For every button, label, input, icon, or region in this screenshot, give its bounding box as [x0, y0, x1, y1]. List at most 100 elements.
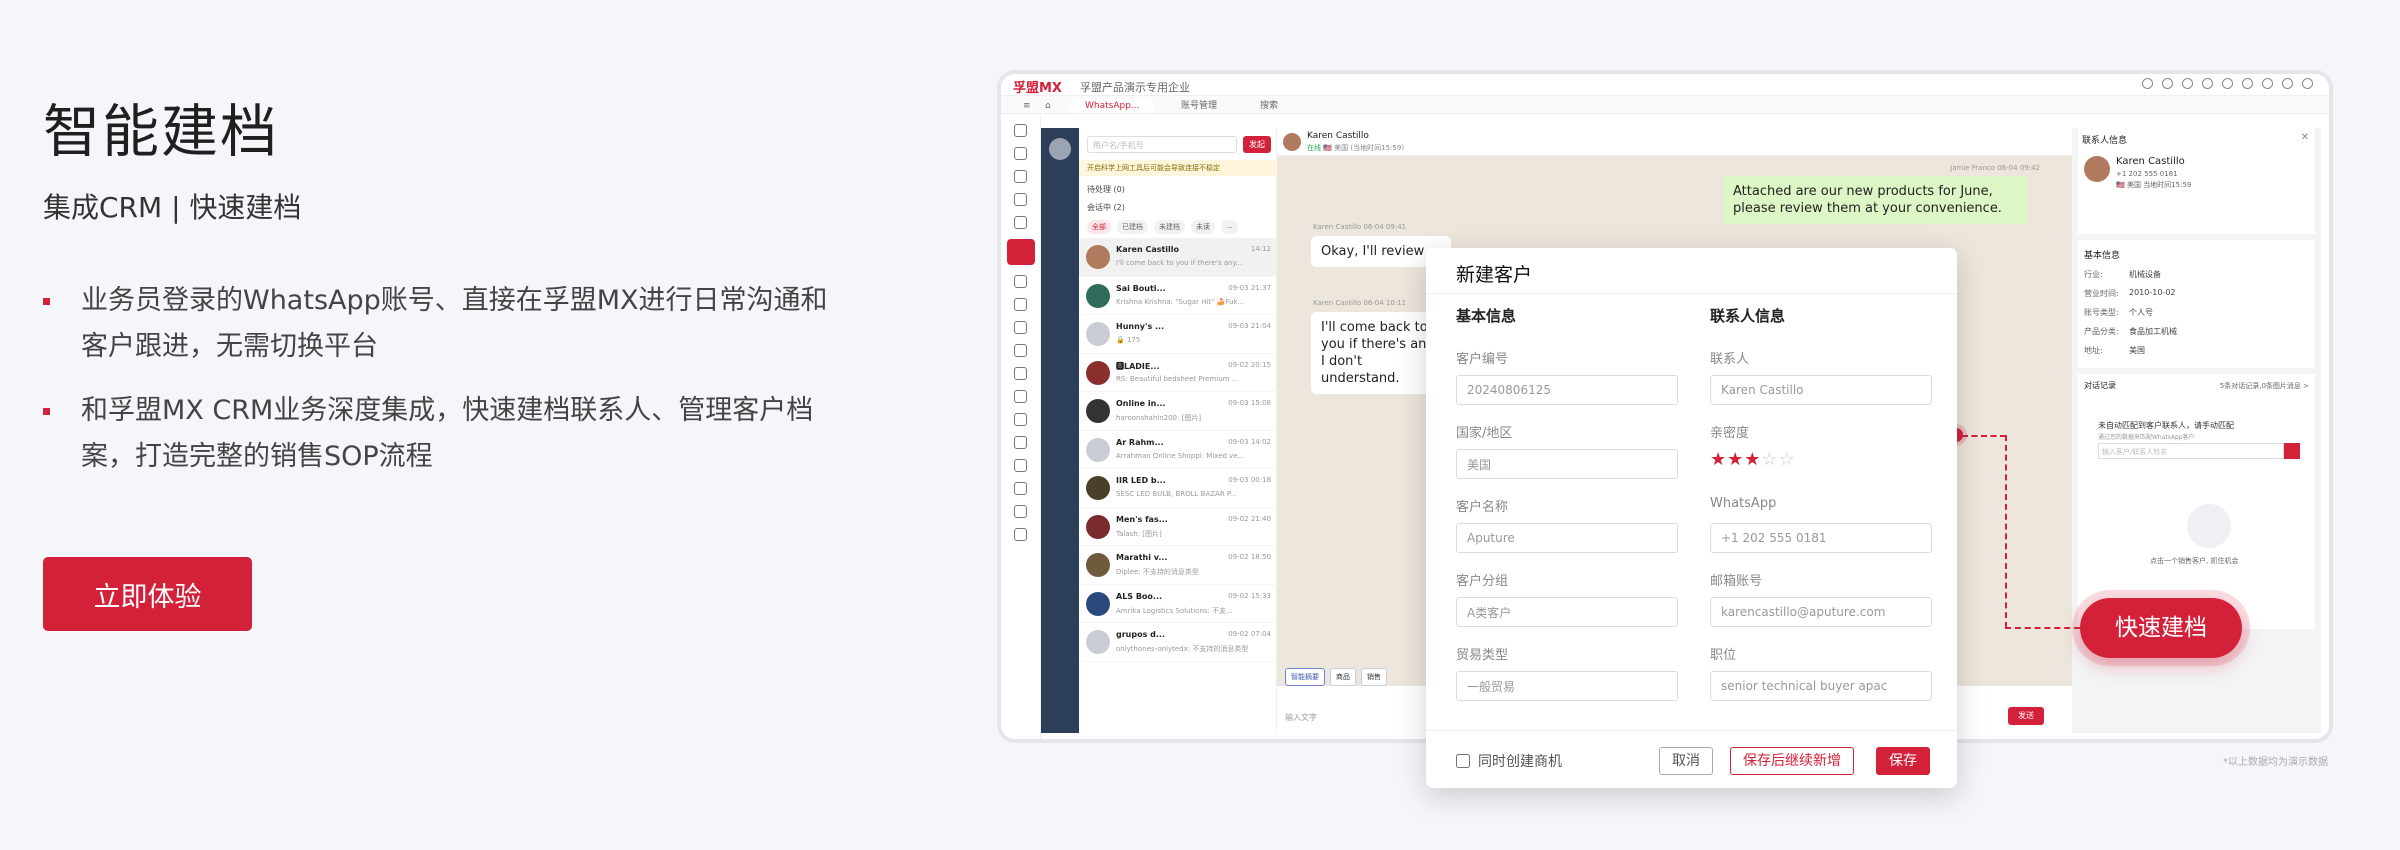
chat-search-input[interactable]: 用户名/手机号: [1087, 136, 1237, 153]
row-key: 产品分类:: [2084, 327, 2119, 336]
whatsapp-icon[interactable]: [2222, 78, 2233, 89]
field-input[interactable]: [1710, 523, 1932, 553]
field-input[interactable]: [1456, 597, 1678, 627]
filter-more[interactable]: ...: [1221, 220, 1238, 234]
new-chat-button[interactable]: 发起: [1243, 136, 1271, 153]
filter-all[interactable]: 全部: [1087, 220, 1111, 234]
chat-list-item[interactable]: Men's fas... 09-02 21:40 Talash: [图片]: [1079, 508, 1277, 546]
cancel-button[interactable]: 取消: [1659, 747, 1713, 775]
chat-name: Marathi v...: [1116, 553, 1168, 562]
question-icon[interactable]: [2282, 78, 2293, 89]
account-avatar[interactable]: [1049, 138, 1071, 160]
chat-list-item[interactable]: 🅱LADIE... 09-02 20:15 RS: Beautiful beds…: [1079, 354, 1277, 392]
chat-avatar: [1086, 322, 1110, 346]
filter-unfiled[interactable]: 未建档: [1154, 220, 1185, 234]
contact-panel-title: 联系人信息: [2082, 136, 2128, 146]
bell-icon[interactable]: [2262, 78, 2273, 89]
avatar-icon[interactable]: [2142, 78, 2153, 89]
help-icon[interactable]: [2202, 78, 2213, 89]
star-filled-icon[interactable]: ★: [1710, 449, 1727, 470]
tab-search[interactable]: 搜索: [1246, 99, 1292, 113]
try-now-button[interactable]: 立即体验: [43, 557, 252, 631]
nav-box-icon[interactable]: [1014, 298, 1027, 311]
search-icon[interactable]: [2284, 443, 2300, 459]
nav-book-icon[interactable]: [1014, 482, 1027, 495]
chat-preview: onlythones-onlytedx: 不支持的消息类型: [1116, 645, 1249, 653]
close-icon[interactable]: ✕: [2301, 132, 2309, 143]
product-button[interactable]: 商品: [1330, 668, 1356, 686]
network-notice: 开启科学上网工具后可能会导致连接不稳定: [1079, 160, 1277, 176]
chat-list-item[interactable]: Karen Castillo 14:12 I'll come back to y…: [1079, 238, 1277, 277]
sales-button[interactable]: 销售: [1361, 668, 1387, 686]
group-active[interactable]: 会话中 (2): [1087, 202, 1125, 213]
nav-lock-icon[interactable]: [1014, 436, 1027, 449]
nav-translate-icon[interactable]: [1014, 216, 1027, 229]
nav-home-icon[interactable]: [1014, 124, 1027, 137]
chat-list-item[interactable]: Ar Rahm... 09-03 14:02 Arrahman Online S…: [1079, 431, 1277, 469]
chat-name: Men's fas...: [1116, 514, 1168, 524]
nav-folder-icon[interactable]: [1014, 413, 1027, 426]
records-card: 对话记录 5条对话记录,0条图片消息 > 未自动匹配到客户联系人，请手动匹配 通…: [2078, 374, 2315, 629]
checkbox[interactable]: [1456, 754, 1470, 768]
field-input[interactable]: [1710, 597, 1932, 627]
chat-list-item[interactable]: Sai Bouti... 09-03 21:37 Krishna Krishna…: [1079, 277, 1277, 315]
save-and-new-button[interactable]: 保存后继续新增: [1730, 747, 1854, 775]
nav-doc-icon[interactable]: [1014, 367, 1027, 380]
field-input[interactable]: [1456, 523, 1678, 553]
star-empty-icon[interactable]: ☆: [1779, 449, 1796, 470]
smart-summary-button[interactable]: 智能摘要: [1285, 668, 1325, 686]
nav-customers-icon[interactable]: [1014, 170, 1027, 183]
nav-mail-icon[interactable]: [1014, 275, 1027, 288]
nav-calendar-icon[interactable]: [1014, 193, 1027, 206]
nav-chat-icon[interactable]: [1014, 528, 1027, 541]
grid-icon[interactable]: [2182, 78, 2193, 89]
group-pending[interactable]: 待处理 (0): [1087, 184, 1125, 195]
field-input[interactable]: [1456, 375, 1678, 405]
send-button[interactable]: 发送: [2008, 707, 2044, 725]
chat-list-item[interactable]: Online in... 09-03 15:08 haroonshahin200…: [1079, 392, 1277, 431]
filter-filed[interactable]: 已建档: [1117, 220, 1148, 234]
star-filled-icon[interactable]: ★: [1727, 449, 1744, 470]
match-search-input[interactable]: 输入客户/联系人姓名: [2098, 443, 2284, 459]
create-opportunity-checkbox[interactable]: 同时创建商机: [1456, 751, 1562, 771]
field-input[interactable]: [1456, 449, 1678, 479]
star-filled-icon[interactable]: ★: [1744, 449, 1761, 470]
chat-avatar: [1086, 514, 1110, 539]
chat-list-item[interactable]: Hunny's ... 09-03 21:04 🔒 175: [1079, 315, 1277, 354]
field-input[interactable]: [1456, 671, 1678, 701]
chat-preview: 🔒 175: [1116, 336, 1141, 344]
tab-whatsapp[interactable]: WhatsApp...: [1071, 99, 1153, 113]
star-empty-icon[interactable]: ☆: [1761, 449, 1778, 470]
intimacy-rating[interactable]: ★★★☆☆: [1710, 449, 1932, 471]
chat-list-item[interactable]: ALS Boo... 09-02 15:33 Amrika Logistics …: [1079, 585, 1277, 623]
field-input[interactable]: [1710, 671, 1932, 701]
home-icon[interactable]: ⌂: [1031, 99, 1065, 113]
tab-account[interactable]: 账号管理: [1167, 99, 1231, 113]
chat-list-item[interactable]: Marathi v... 09-02 18:50 Diplee: 不支持的消息类…: [1079, 546, 1277, 585]
records-link[interactable]: 5条对话记录,0条图片消息 >: [2220, 381, 2309, 391]
nav-chart-icon[interactable]: [1014, 505, 1027, 518]
save-button[interactable]: 保存: [1876, 747, 1930, 775]
nav-clock-icon[interactable]: [1014, 459, 1027, 472]
nav-compass-icon[interactable]: [1014, 321, 1027, 334]
globe-icon[interactable]: [2242, 78, 2253, 89]
nav-contacts-icon[interactable]: [1014, 147, 1027, 160]
form-field: 国家/地区: [1456, 422, 1678, 479]
chat-preview: Arrahman Online Shoppi: Mixed ve...: [1116, 451, 1245, 460]
chat-time: 09-02 07:04: [1228, 630, 1271, 638]
chat-avatar[interactable]: [1283, 133, 1301, 151]
user-menu-icon[interactable]: [2302, 78, 2313, 89]
nav-target-icon[interactable]: [1014, 344, 1027, 357]
field-input[interactable]: [1710, 375, 1932, 405]
chat-preview: Talash: [图片]: [1116, 529, 1162, 538]
message-input[interactable]: 输入文字: [1285, 712, 1317, 723]
chat-name: Ar Rahm...: [1116, 437, 1164, 447]
basic-info-row: 产品分类: 食品加工机械: [2084, 326, 2309, 345]
quick-file-button[interactable]: 快速建档: [2080, 598, 2242, 658]
nav-list-icon[interactable]: [1014, 390, 1027, 403]
nav-whatsapp-icon[interactable]: [1006, 239, 1035, 265]
headset-icon[interactable]: [2162, 78, 2173, 89]
chat-list-item[interactable]: IIR LED b... 09-03 00:18 SESC LED BULB, …: [1079, 469, 1277, 508]
filter-unread[interactable]: 未读: [1191, 220, 1215, 234]
chat-list-item[interactable]: grupos d... 09-02 07:04 onlythones-onlyt…: [1079, 623, 1277, 662]
